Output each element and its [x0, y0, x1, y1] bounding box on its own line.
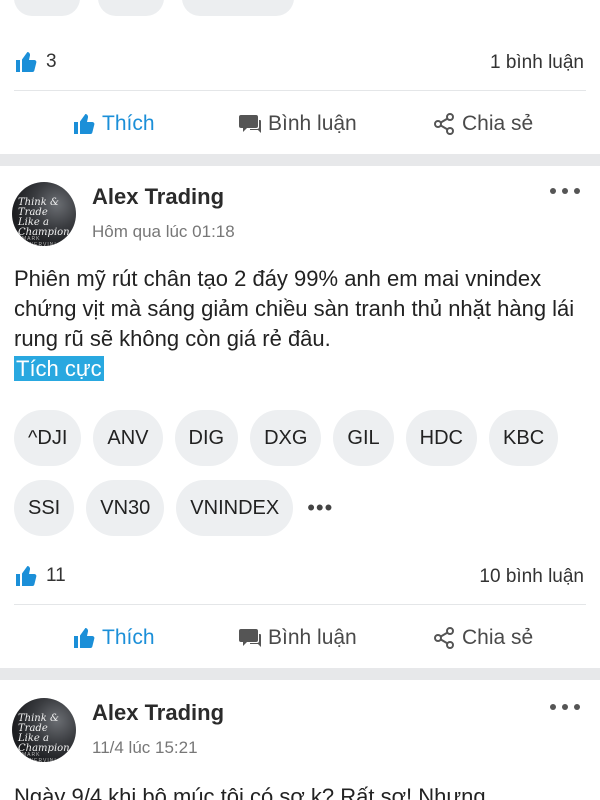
tag-chip[interactable]: VNINDEX — [176, 480, 294, 536]
like-count[interactable]: 11 — [14, 564, 66, 588]
tag-chip[interactable] — [14, 0, 80, 16]
comment-label: Bình luận — [268, 112, 357, 135]
post-actions: Thích Bình luận Chia sẻ — [0, 616, 600, 660]
thumbs-up-icon — [16, 52, 37, 72]
avatar-book-author: MARK MINERVINI — [22, 752, 57, 762]
thumbs-up-icon — [74, 114, 95, 134]
avatar-book-title: Think & Trade Like a Champion — [18, 197, 70, 238]
post-text: Phiên mỹ rút chân tạo 2 đáy 99% anh em m… — [14, 266, 575, 351]
comment-bubble-icon — [239, 629, 261, 647]
post-stats: 3 1 bình luận — [0, 42, 600, 82]
comment-count[interactable]: 10 bình luận — [479, 566, 584, 588]
like-button[interactable]: Thích — [72, 102, 155, 146]
post-stats: 11 10 bình luận — [0, 556, 600, 596]
author-avatar[interactable]: Think & Trade Like a Champion MARK MINER… — [12, 182, 76, 246]
divider — [14, 90, 586, 91]
post-actions: Thích Bình luận Chia sẻ — [0, 102, 600, 146]
like-button[interactable]: Thích — [72, 616, 155, 660]
tag-chip[interactable]: SSI — [14, 480, 75, 536]
share-icon — [434, 627, 454, 649]
tag-chip[interactable]: GIL — [333, 410, 394, 466]
comment-count[interactable]: 1 bình luận — [490, 52, 584, 74]
post-body: Phiên mỹ rút chân tạo 2 đáy 99% anh em m… — [14, 264, 586, 384]
tag-chip[interactable] — [182, 0, 294, 16]
post-header: Think & Trade Like a Champion MARK MINER… — [0, 698, 600, 770]
post-separator — [0, 154, 600, 166]
comment-button[interactable]: Bình luận — [238, 102, 357, 146]
post-text: Ngày 9/4 khi bộ múc tôi có sợ k? Rất sợ!… — [14, 784, 486, 800]
tag-chip[interactable]: DIG — [174, 410, 239, 466]
like-count[interactable]: 3 — [14, 50, 57, 74]
like-count-value: 3 — [46, 51, 57, 72]
post-timestamp[interactable]: 11/4 lúc 15:21 — [92, 738, 198, 758]
stock-tags: ^DJI ANV DIG DXG GIL HDC KBC SSI VN30 VNINDEX ••• — [14, 410, 586, 550]
like-label: Thích — [102, 626, 155, 649]
more-dots-icon[interactable] — [550, 704, 580, 714]
share-button[interactable]: Chia sẻ — [432, 616, 533, 660]
author-name[interactable]: Alex Trading — [92, 700, 224, 726]
post-header: Think & Trade Like a Champion MARK MINER… — [0, 182, 600, 254]
comment-label: Bình luận — [268, 626, 357, 649]
tag-chip[interactable]: ^DJI — [14, 410, 82, 466]
thumbs-up-icon — [74, 628, 95, 648]
share-label: Chia sẻ — [462, 626, 534, 649]
tag-chip[interactable]: KBC — [489, 410, 559, 466]
comment-bubble-icon — [239, 115, 261, 133]
post-timestamp[interactable]: Hôm qua lúc 01:18 — [92, 222, 235, 242]
avatar-book-title: Think & Trade Like a Champion — [18, 713, 70, 754]
tag-chip[interactable] — [98, 0, 164, 16]
like-count-value: 11 — [46, 565, 66, 586]
more-tags-button[interactable]: ••• — [305, 495, 333, 521]
feed-screen: 3 1 bình luận Thích Bình luận Chia sẻ Th… — [0, 0, 600, 800]
previous-post-tags — [14, 0, 312, 16]
divider — [14, 604, 586, 605]
author-name[interactable]: Alex Trading — [92, 184, 224, 210]
author-avatar[interactable]: Think & Trade Like a Champion MARK MINER… — [12, 698, 76, 762]
comment-button[interactable]: Bình luận — [238, 616, 357, 660]
avatar-book-author: MARK MINERVINI — [22, 236, 57, 246]
share-button[interactable]: Chia sẻ — [432, 102, 533, 146]
more-dots-icon[interactable] — [550, 188, 580, 198]
thumbs-up-icon — [16, 566, 37, 586]
tag-chip[interactable]: VN30 — [86, 480, 165, 536]
tag-chip[interactable]: ANV — [93, 410, 163, 466]
share-icon — [434, 113, 454, 135]
tag-chip[interactable]: DXG — [250, 410, 322, 466]
tag-chip[interactable]: HDC — [405, 410, 478, 466]
share-label: Chia sẻ — [462, 112, 534, 135]
post-separator — [0, 668, 600, 680]
sentiment-badge: Tích cực — [14, 356, 104, 381]
like-label: Thích — [102, 112, 155, 135]
